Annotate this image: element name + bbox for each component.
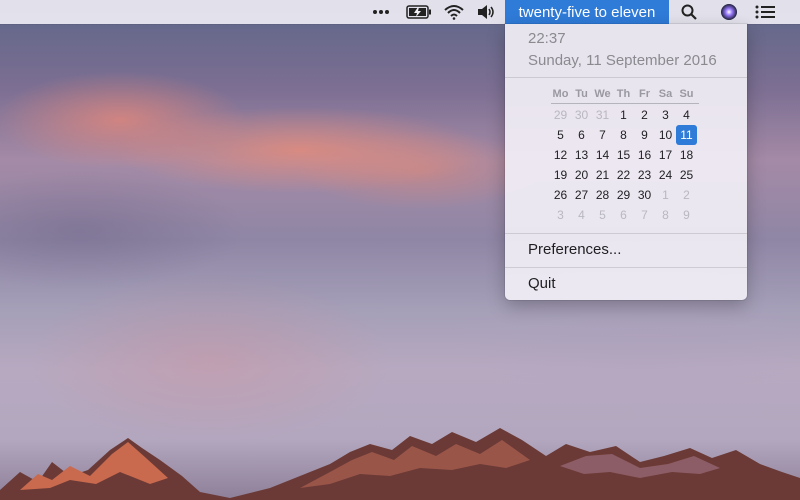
weekday-label: Tu xyxy=(575,88,588,100)
calendar-day[interactable]: 5 xyxy=(592,205,613,225)
calendar-day[interactable]: 29 xyxy=(550,105,571,125)
calendar-week: 19 20 21 22 23 24 25 xyxy=(550,165,700,185)
weekday-label: Fr xyxy=(639,88,650,100)
wallpaper-mountains xyxy=(0,428,800,500)
weekday-label: Su xyxy=(679,88,694,100)
calendar-day[interactable]: 23 xyxy=(634,165,655,185)
menu-separator xyxy=(505,77,747,78)
calendar-week: 3 4 5 6 7 8 9 xyxy=(550,205,700,225)
menu-bar: twenty-five to eleven xyxy=(0,0,800,24)
clock-dropdown-menu: 22:37 Sunday, 11 September 2016 Mo Tu We… xyxy=(505,24,747,300)
calendar-day[interactable]: 28 xyxy=(592,185,613,205)
calendar-day[interactable]: 4 xyxy=(676,105,697,125)
menu-separator xyxy=(505,267,747,268)
quit-menu-item[interactable]: Quit xyxy=(528,275,556,292)
calendar-day[interactable]: 1 xyxy=(655,185,676,205)
weekday-label: Sa xyxy=(658,88,673,100)
calendar-day[interactable]: 6 xyxy=(613,205,634,225)
calendar-day[interactable]: 13 xyxy=(571,145,592,165)
clock-menu-title[interactable]: twenty-five to eleven xyxy=(505,0,669,24)
preferences-menu-item[interactable]: Preferences... xyxy=(528,241,621,258)
siri-icon[interactable] xyxy=(716,0,742,24)
calendar-day[interactable]: 22 xyxy=(613,165,634,185)
calendar-day[interactable]: 17 xyxy=(655,145,676,165)
clock-menu-title-text: twenty-five to eleven xyxy=(518,3,656,21)
wifi-icon[interactable] xyxy=(440,0,468,24)
calendar-day[interactable]: 29 xyxy=(613,185,634,205)
current-time: 22:37 xyxy=(528,30,566,47)
calendar-day[interactable]: 3 xyxy=(550,205,571,225)
weekday-label: We xyxy=(594,88,611,100)
calendar-day[interactable]: 21 xyxy=(592,165,613,185)
calendar-week: 29 30 31 1 2 3 4 xyxy=(550,105,700,125)
calendar-day[interactable]: 26 xyxy=(550,185,571,205)
battery-charging-icon[interactable] xyxy=(404,0,434,24)
calendar-day[interactable]: 7 xyxy=(634,205,655,225)
weekday-label: Mo xyxy=(552,88,569,100)
calendar-header-line xyxy=(551,103,699,104)
calendar-day[interactable]: 4 xyxy=(571,205,592,225)
calendar-day[interactable]: 20 xyxy=(571,165,592,185)
calendar-weekday-header: Mo Tu We Th Fr Sa Su xyxy=(550,88,700,100)
current-date: Sunday, 11 September 2016 xyxy=(528,52,717,69)
calendar-day[interactable]: 14 xyxy=(592,145,613,165)
calendar-day[interactable]: 19 xyxy=(550,165,571,185)
calendar-day[interactable]: 2 xyxy=(676,185,697,205)
calendar-day[interactable]: 27 xyxy=(571,185,592,205)
calendar-day[interactable]: 30 xyxy=(634,185,655,205)
calendar-day[interactable]: 2 xyxy=(634,105,655,125)
calendar-day[interactable]: 7 xyxy=(592,125,613,145)
calendar-day[interactable]: 18 xyxy=(676,145,697,165)
calendar-week: 12 13 14 15 16 17 18 xyxy=(550,145,700,165)
calendar-day[interactable]: 30 xyxy=(571,105,592,125)
search-icon[interactable] xyxy=(676,0,702,24)
calendar-day[interactable]: 24 xyxy=(655,165,676,185)
calendar-day[interactable]: 8 xyxy=(613,125,634,145)
calendar-day[interactable]: 1 xyxy=(613,105,634,125)
list-icon[interactable] xyxy=(752,0,778,24)
calendar-day[interactable]: 25 xyxy=(676,165,697,185)
calendar-week: 26 27 28 29 30 1 2 xyxy=(550,185,700,205)
calendar-grid: 29 30 31 1 2 3 4 5 6 7 8 9 10 11 12 13 1… xyxy=(550,105,700,225)
volume-icon[interactable] xyxy=(472,0,500,24)
menu-separator xyxy=(505,233,747,234)
calendar-day[interactable]: 15 xyxy=(613,145,634,165)
weekday-label: Th xyxy=(616,88,631,100)
calendar-day[interactable]: 12 xyxy=(550,145,571,165)
calendar-day[interactable]: 9 xyxy=(676,205,697,225)
calendar-day[interactable]: 10 xyxy=(655,125,676,145)
calendar-day[interactable]: 8 xyxy=(655,205,676,225)
calendar-day[interactable]: 31 xyxy=(592,105,613,125)
calendar-day-today[interactable]: 11 xyxy=(676,125,697,145)
calendar-day[interactable]: 6 xyxy=(571,125,592,145)
calendar-day[interactable]: 5 xyxy=(550,125,571,145)
calendar-week: 5 6 7 8 9 10 11 xyxy=(550,125,700,145)
more-icon[interactable] xyxy=(368,0,394,24)
calendar-day[interactable]: 9 xyxy=(634,125,655,145)
calendar-day[interactable]: 3 xyxy=(655,105,676,125)
calendar-day[interactable]: 16 xyxy=(634,145,655,165)
